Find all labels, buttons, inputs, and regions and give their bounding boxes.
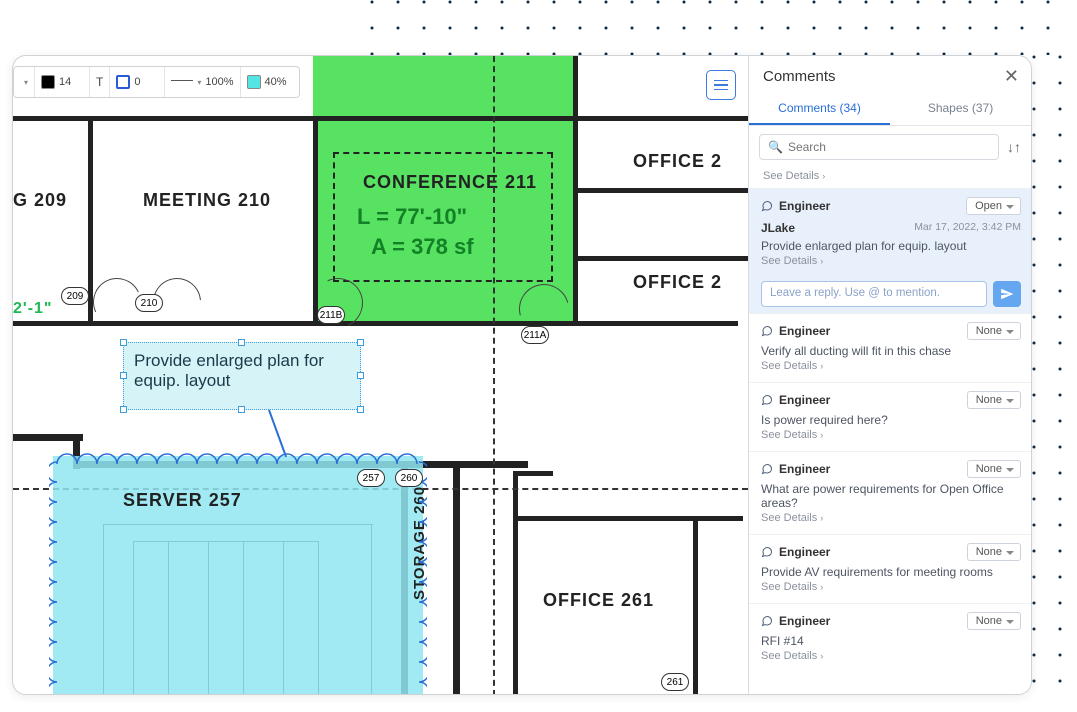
panel-tabs: Comments (34) Shapes (37) xyxy=(749,93,1031,126)
comment-author: JLake xyxy=(761,221,795,235)
floor-plan: CONFERENCE 211 L = 77'-10" A = 378 sf xyxy=(13,56,748,694)
see-details-link[interactable]: See Details› xyxy=(761,253,1021,273)
comment-body: What are power requirements for Open Off… xyxy=(761,482,1021,510)
door-tag-261: 261 xyxy=(661,673,689,691)
send-button[interactable] xyxy=(993,281,1021,307)
door-tag-209: 209 xyxy=(61,287,89,305)
comment-bubble-icon xyxy=(761,394,773,406)
callout-leader-line xyxy=(268,410,287,457)
door-tag-211a: 211A xyxy=(521,326,549,344)
room-label-office-upper: OFFICE 2 xyxy=(633,151,722,172)
tab-shapes[interactable]: Shapes (37) xyxy=(890,93,1031,125)
formatting-toolbar: ▾ 14 T 0 ▾ 100% 40% xyxy=(13,66,300,98)
measurement-length: L = 77'-10" xyxy=(357,204,467,230)
comment-date: Mar 17, 2022, 3:42 PM xyxy=(914,221,1021,235)
status-dropdown[interactable]: None xyxy=(967,391,1021,409)
hamburger-menu-button[interactable] xyxy=(706,70,736,100)
text-color-picker[interactable]: 14 xyxy=(35,67,90,97)
door-tag-211b: 211B xyxy=(317,306,345,324)
callout-text: Provide enlarged plan for equip. layout xyxy=(134,351,324,390)
search-input-wrapper[interactable]: 🔍 xyxy=(759,134,999,160)
status-dropdown[interactable]: None xyxy=(967,543,1021,561)
stroke-color-swatch[interactable] xyxy=(116,75,130,89)
fill-row[interactable]: 40% xyxy=(241,67,295,97)
fill-color-swatch[interactable] xyxy=(247,75,261,89)
comment-body: RFI #14 xyxy=(761,634,1021,648)
comment-item[interactable]: Engineer None Verify all ducting will fi… xyxy=(749,313,1031,382)
measurement-area: A = 378 sf xyxy=(371,234,474,260)
room-label-g209: G 209 xyxy=(13,190,67,211)
search-icon: 🔍 xyxy=(768,140,783,154)
decorative-dots-side xyxy=(1032,55,1077,695)
status-dropdown[interactable]: None xyxy=(967,612,1021,630)
door-tag-260: 260 xyxy=(395,469,423,487)
status-dropdown[interactable]: None xyxy=(967,322,1021,340)
door-tag-210: 210 xyxy=(135,294,163,312)
sort-icon[interactable]: ↓↑ xyxy=(1007,139,1021,155)
comment-body: Is power required here? xyxy=(761,413,1021,427)
comment-bubble-icon xyxy=(761,325,773,337)
drawing-canvas[interactable]: ▾ 14 T 0 ▾ 100% 40% xyxy=(13,56,748,694)
stroke-row[interactable]: 0 xyxy=(110,67,165,97)
see-details-link[interactable]: See Details› xyxy=(761,648,1021,668)
see-details-link[interactable]: See Details› xyxy=(761,427,1021,447)
see-details-link[interactable]: See Details› xyxy=(761,510,1021,530)
comment-bubble-icon xyxy=(761,463,773,475)
room-label-office-lower: OFFICE 2 xyxy=(633,272,722,293)
comment-item[interactable]: Engineer None What are power requirement… xyxy=(749,451,1031,534)
comment-body: Provide AV requirements for meeting room… xyxy=(761,565,1021,579)
room-label-office261: OFFICE 261 xyxy=(543,590,654,611)
panel-title: Comments xyxy=(763,68,836,85)
door-tag-257: 257 xyxy=(357,469,385,487)
app-window: ▾ 14 T 0 ▾ 100% 40% xyxy=(12,55,1032,695)
comment-bubble-icon xyxy=(761,546,773,558)
search-input[interactable] xyxy=(788,140,990,154)
comment-bubble-icon xyxy=(761,200,773,212)
see-details-link[interactable]: See Details› xyxy=(761,358,1021,378)
comment-body: Provide enlarged plan for equip. layout xyxy=(761,239,1021,253)
close-icon[interactable]: ✕ xyxy=(1004,66,1019,87)
comment-bubble-icon xyxy=(761,615,773,627)
room-label-conference: CONFERENCE 211 xyxy=(363,172,537,193)
font-dropdown[interactable]: ▾ xyxy=(18,67,35,97)
see-details-link[interactable]: See Details› xyxy=(761,579,1021,599)
comment-body: Verify all ducting will fit in this chas… xyxy=(761,344,1021,358)
line-style-picker[interactable]: ▾ 100% xyxy=(165,67,240,97)
comment-item[interactable]: Engineer None RFI #14 See Details› xyxy=(749,603,1031,672)
comment-role: Engineer xyxy=(779,199,830,213)
room-label-storage260: STORAGE 260 xyxy=(411,486,428,600)
status-dropdown[interactable]: Open xyxy=(966,197,1021,215)
room-label-server257: SERVER 257 xyxy=(123,490,242,511)
tab-comments[interactable]: Comments (34) xyxy=(749,93,890,125)
room-label-meeting210: MEETING 210 xyxy=(143,190,271,211)
callout-annotation[interactable]: Provide enlarged plan for equip. layout xyxy=(123,342,361,410)
reply-input[interactable]: Leave a reply. Use @ to mention. xyxy=(761,281,987,307)
decorative-dots xyxy=(370,0,1070,55)
dimension-small: 2'-1" xyxy=(13,300,53,318)
comment-item[interactable]: Engineer None Is power required here? Se… xyxy=(749,382,1031,451)
send-icon xyxy=(1000,287,1014,301)
comment-item-active[interactable]: Engineer Open JLake Mar 17, 2022, 3:42 P… xyxy=(749,188,1031,313)
status-dropdown[interactable]: None xyxy=(967,460,1021,478)
comments-panel: Comments ✕ Comments (34) Shapes (37) 🔍 ↓… xyxy=(748,56,1031,694)
see-details-link[interactable]: See Details› xyxy=(749,168,1031,188)
comment-item[interactable]: Engineer None Provide AV requirements fo… xyxy=(749,534,1031,603)
text-tool[interactable]: T xyxy=(90,67,110,97)
